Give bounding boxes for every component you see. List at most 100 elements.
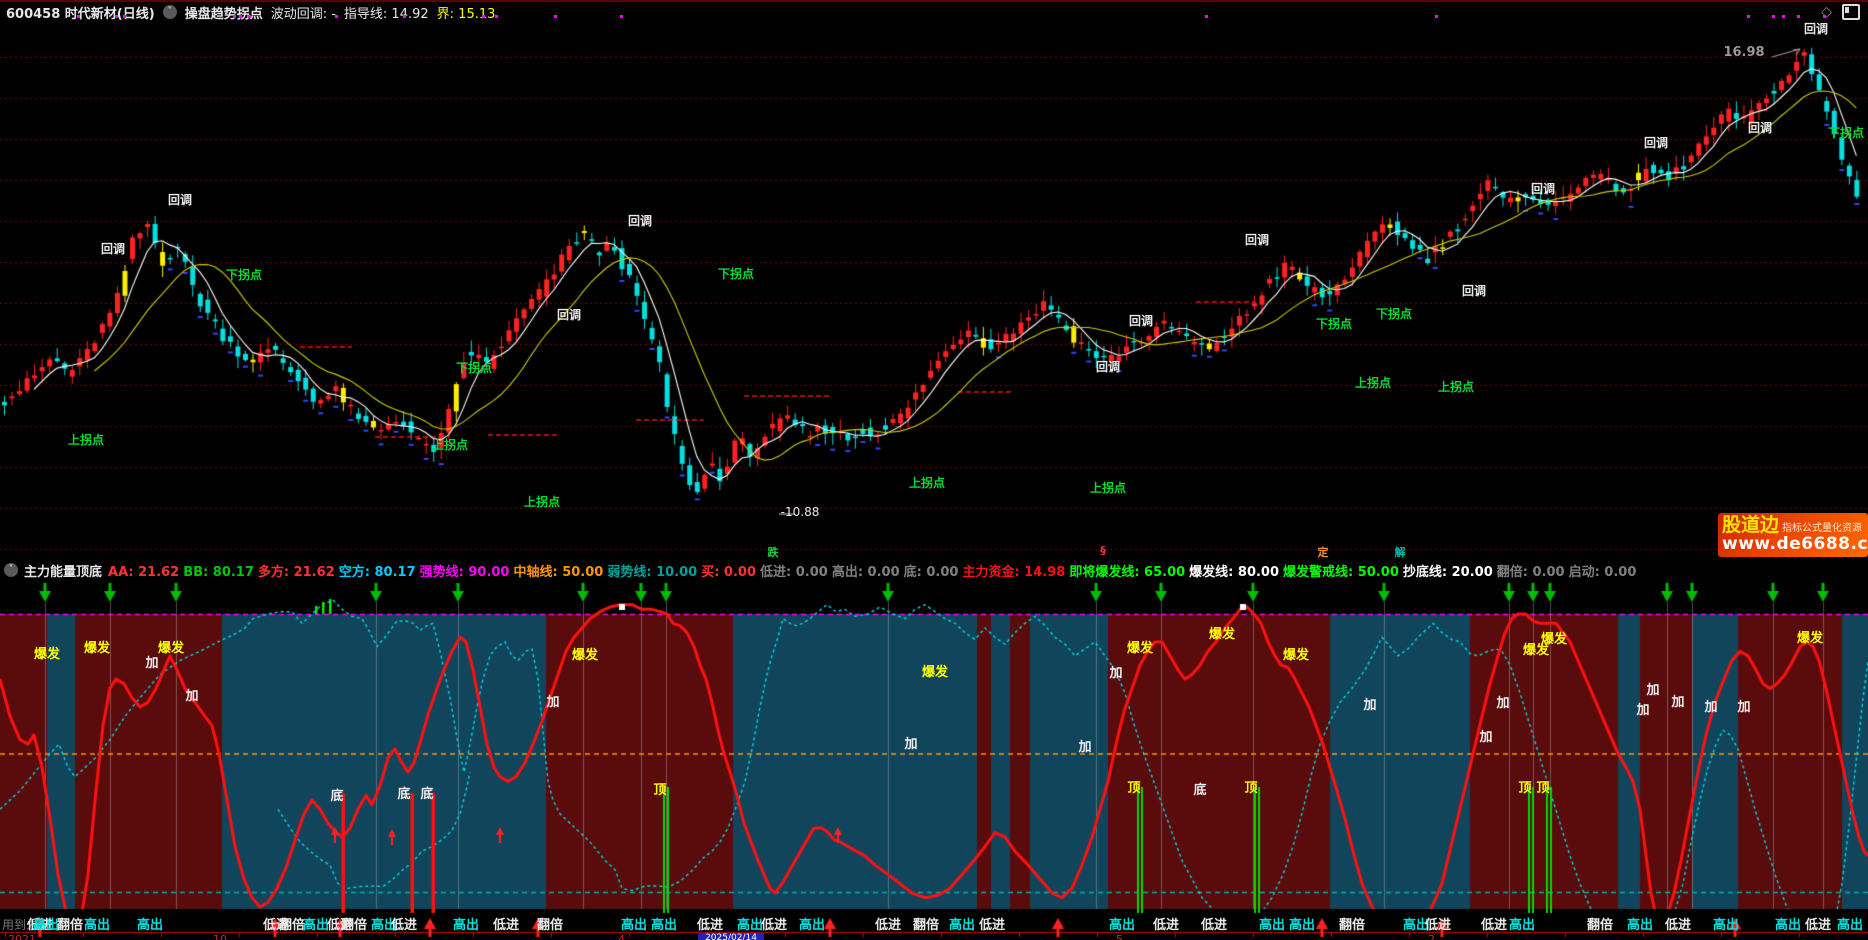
add-position-label: 加 [1109,662,1122,681]
buy-low-label: 翻倍 [1339,914,1365,933]
buy-low-label: 低进 [493,914,519,933]
sell-high-label: 高出 [621,914,647,933]
buy-low-label: 低进 [761,914,787,933]
top-signal-label: 顶 [1244,777,1257,796]
buy-low-label: 翻倍 [57,914,83,933]
signal-dot [403,15,406,18]
burst-label: 爆发 [1541,628,1567,647]
sell-high-label: 高出 [1713,914,1739,933]
add-position-label: 加 [904,733,917,752]
burst-label: 爆发 [84,637,110,656]
pullback-label: 回调 [1129,312,1153,329]
low-value-label: -10.88 [781,505,820,519]
chevron-down-circle-icon[interactable]: ˅ [163,5,177,19]
pullback-label: 回调 [168,191,192,208]
titlebar-icons: ◇ [1821,4,1860,20]
chart-bottom-mark: 跌 [768,544,779,560]
pivot-label: 上拐点 [1090,479,1126,496]
indicator-field: 强势线: 90.00 [420,565,510,580]
indicator-field: 抄底线: 20.00 [1403,565,1493,580]
burst-label: 爆发 [158,637,184,656]
pivot-label: 上拐点 [524,493,560,510]
pivot-label: 下拐点 [718,265,754,282]
signal-dot [1747,15,1750,18]
indicator-collapse-icon[interactable]: ˅ [4,563,18,577]
buy-low-label: 翻倍 [1587,914,1613,933]
indicator-title[interactable]: 主力能量顶底 [24,561,102,580]
signal-dot [77,15,80,18]
pivot-label: 上拐点 [432,436,468,453]
sell-high-label: 高出 [737,914,763,933]
buy-low-label: 低进 [875,914,901,933]
sell-high-label: 高出 [453,914,479,933]
indicator-header: ˅ 主力能量顶底 AA: 21.62BB: 80.17多方: 21.62空方: … [0,560,1868,580]
burst-label: 爆发 [34,643,60,662]
date-tick-label: 5 [1116,933,1123,940]
sell-high-label: 高出 [33,914,59,933]
signal-dot [554,15,557,18]
burst-label: 爆发 [1127,637,1153,656]
signal-dot [482,15,485,18]
pullback-label: 回调 [1096,358,1120,375]
trading-terminal: 600458 时代新材(日线) ˅ 操盘趋势拐点 波动回调: - 指导线: 14… [0,0,1868,940]
buy-low-label: 翻倍 [913,914,939,933]
buy-low-label: 翻倍 [279,914,305,933]
signal-dot [620,15,623,18]
chart-bottom-mark: 定 [1318,544,1329,560]
sell-high-label: 高出 [1509,914,1535,933]
sell-high-label: 高出 [84,914,110,933]
burst-label: 爆发 [1209,623,1235,642]
bottom-signal-label: 底 [330,785,343,804]
pivot-label: 下拐点 [1828,124,1864,141]
selected-date-badge: 2025/02/14 [698,933,764,940]
pullback-label: 回调 [1462,282,1486,299]
chart-bottom-mark: § [1100,544,1106,557]
signal-dot [1435,15,1438,18]
watermark-tagline: 指标公式量化资源 [1782,519,1862,534]
stock-title[interactable]: 600458 时代新材(日线) [6,3,155,22]
burst-label: 爆发 [1283,644,1309,663]
main-indicator-name[interactable]: 操盘趋势拐点 [185,3,263,22]
add-position-label: 加 [1737,696,1750,715]
sell-high-label: 高出 [651,914,677,933]
indicator-field: 主力资金: 14.98 [962,565,1065,580]
sell-high-label: 高出 [949,914,975,933]
indicator-panel-canvas[interactable] [0,580,1868,940]
top-signal-label: 顶 [1536,777,1549,796]
indicator-field: 翻倍: 0.00 [1497,565,1565,580]
buy-low-label: 翻倍 [341,914,367,933]
sell-high-label: 高出 [1259,914,1285,933]
high-price-label: 16.98 [1723,45,1764,60]
top-signal-label: 顶 [653,779,666,798]
buy-low-label: 翻倍 [537,914,563,933]
indicator-field: AA: 21.62 [108,565,179,580]
burst-label: 爆发 [572,644,598,663]
sell-high-label: 高出 [1775,914,1801,933]
indicator-field: 买: 0.00 [701,565,756,580]
signal-dot [233,15,236,18]
indicator-field: 底: 0.00 [904,565,959,580]
pivot-label: 下拐点 [1316,315,1352,332]
pullback-label: 回调 [628,212,652,229]
add-position-label: 加 [145,652,158,671]
pivot-label: 上拐点 [1438,378,1474,395]
buy-low-label: 低进 [1153,914,1179,933]
exit-window-icon[interactable] [1842,4,1860,20]
indicator-field: 高出: 0.00 [832,565,900,580]
guide-line-value: 指导线: 14.92 [344,3,429,22]
buy-low-label: 低进 [1201,914,1227,933]
pullback-label: 回调 [1748,119,1772,136]
indicator-field: 空方: 80.17 [339,565,416,580]
pullback-label: 回调 [1804,20,1828,37]
signal-dot [495,15,498,18]
pivot-label: 上拐点 [1355,374,1391,391]
indicator-field: 即将爆发线: 65.00 [1069,565,1185,580]
signal-dot [1205,15,1208,18]
top-signal-label: 顶 [1127,777,1140,796]
add-position-label: 加 [1496,692,1509,711]
buy-low-label: 低进 [1665,914,1691,933]
pivot-label: 下拐点 [1376,305,1412,322]
bottom-signal-label: 底 [1193,779,1206,798]
indicator-field: 多方: 21.62 [258,565,335,580]
add-position-label: 加 [1646,679,1659,698]
